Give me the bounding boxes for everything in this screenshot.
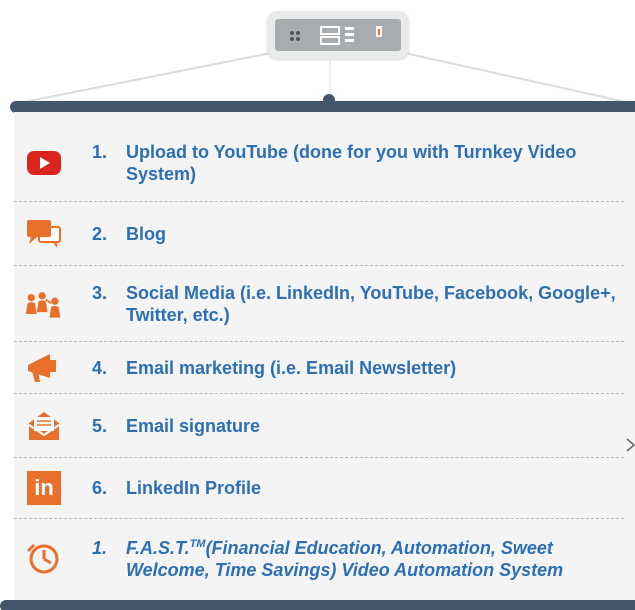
trademark-sup: TM [189, 538, 206, 550]
item-number: 5. [92, 415, 108, 436]
list-item: 4. Email marketing (i.e. Email Newslette… [14, 342, 624, 394]
item-number: 6. [92, 478, 108, 498]
social-media-people-icon [24, 287, 64, 321]
item-label: Email signature [126, 415, 261, 436]
board-bottom-rod [0, 600, 635, 610]
side-arrow-mark [626, 438, 635, 452]
item-label: Email marketing (i.e. Email Newsletter) [126, 357, 457, 378]
item-number: 4. [92, 357, 108, 378]
presentation-board-graphic: 1. Upload to YouTube (done for you with … [0, 0, 635, 610]
item-number: 3. [92, 282, 108, 303]
item-label: Social Media (i.e. LinkedIn, YouTube, Fa… [126, 282, 616, 325]
projector-screen [275, 19, 401, 51]
list-item: 3. Social Media (i.e. LinkedIn, YouTube,… [14, 266, 624, 342]
item-label: Upload to YouTube (done for you with Tur… [126, 141, 577, 184]
item-number: 1. [92, 538, 108, 558]
clock-icon [24, 541, 64, 577]
item-number: 2. [92, 223, 108, 244]
youtube-icon [24, 148, 64, 178]
list-item: 5. Email signature [14, 394, 624, 458]
item-number: 1. [92, 141, 108, 162]
projector-badge [267, 11, 409, 59]
linkedin-icon: in [24, 471, 64, 505]
list-item: 2. Blog [14, 202, 624, 266]
list-item: in 6. LinkedIn Profile [14, 458, 624, 519]
fast-acronym: F.A.S.T. [126, 538, 190, 558]
megaphone-icon [24, 351, 64, 385]
list-item: 1. F.A.S.T.TM(Financial Education, Autom… [14, 519, 624, 599]
item-label: LinkedIn Profile [126, 478, 262, 498]
projector-symbols-icon [290, 26, 382, 45]
distribution-list: 1. Upload to YouTube (done for you with … [14, 124, 624, 599]
item-label: Blog [126, 223, 166, 244]
list-item: 1. Upload to YouTube (done for you with … [14, 124, 624, 202]
email-envelope-icon [24, 409, 64, 443]
blog-speech-bubble-icon [24, 217, 64, 251]
